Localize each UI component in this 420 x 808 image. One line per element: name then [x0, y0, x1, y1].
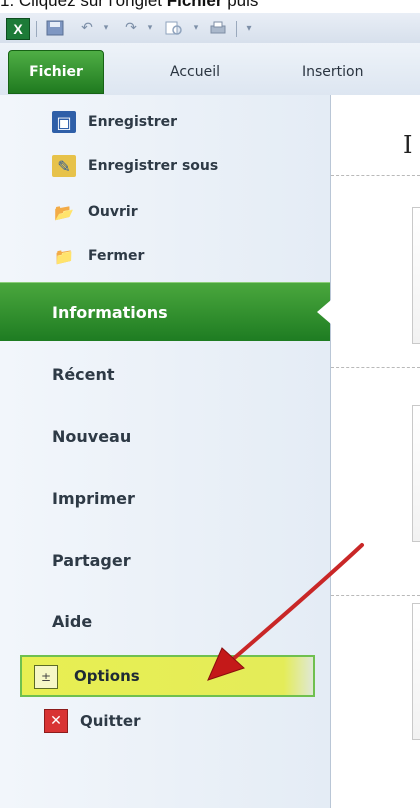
close-folder-icon: 📁 [54, 246, 74, 266]
nav-label: Informations [52, 302, 168, 322]
section-divider [331, 595, 420, 596]
nav-imprimer[interactable]: Imprimer [52, 481, 135, 515]
tab-fichier[interactable]: Fichier [8, 50, 104, 94]
save-as-icon: ✎ [52, 155, 76, 177]
section-divider [331, 367, 420, 368]
customize-icon[interactable]: ▾ [242, 18, 256, 38]
options-label: Options [74, 667, 140, 685]
preview-dropdown-icon[interactable]: ▾ [190, 18, 202, 38]
command-label: Enregistrer sous [88, 158, 219, 174]
nav-partager[interactable]: Partager [52, 543, 131, 577]
quit-icon: ✕ [44, 709, 68, 733]
caption-text: 1. Cliquez sur l'onglet [0, 0, 167, 10]
undo-icon[interactable]: ↶ [76, 18, 98, 38]
redo-icon[interactable]: ↷ [120, 18, 142, 38]
redo-dropdown-icon[interactable]: ▾ [144, 18, 156, 38]
command-label: Fermer [88, 248, 145, 264]
page-title: I [403, 131, 413, 159]
close-command[interactable]: 📁 Fermer [52, 241, 144, 271]
save-icon[interactable] [44, 18, 66, 38]
save-command[interactable]: ▣ Enregistrer [52, 107, 177, 137]
open-folder-icon: 📂 [54, 202, 74, 222]
quit-button[interactable]: ✕ Quitter [44, 706, 140, 736]
nav-recent[interactable]: Récent [52, 357, 115, 391]
ribbon-tabs: Fichier Accueil Insertion [0, 43, 420, 96]
quick-print-icon[interactable] [206, 18, 230, 38]
toolbar-separator-2 [236, 21, 237, 37]
save-as-command[interactable]: ✎ Enregistrer sous [52, 151, 218, 181]
caption-suffix: puis [222, 0, 259, 10]
info-panel-2[interactable] [412, 405, 420, 542]
open-command[interactable]: 📂 Ouvrir [52, 197, 138, 227]
nav-aide[interactable]: Aide [52, 604, 92, 638]
options-button[interactable]: ± Options [20, 655, 315, 697]
caption-bold-text: Fichier [166, 0, 223, 10]
command-label: Enregistrer [88, 114, 178, 130]
quit-label: Quitter [80, 712, 141, 730]
nav-informations[interactable]: Informations [0, 282, 331, 341]
info-panel-1[interactable] [412, 207, 420, 344]
quick-access-toolbar: X ↶ ▾ ↷ ▾ ▾ ▾ [0, 13, 420, 43]
instruction-caption: 1. Cliquez sur l'onglet Fichier puis [0, 0, 420, 13]
section-divider [331, 175, 420, 176]
backstage-nav: ▣ Enregistrer ✎ Enregistrer sous 📂 Ouvri… [0, 95, 331, 808]
info-content-pane: I [331, 95, 420, 808]
toolbar-separator [36, 21, 37, 37]
active-indicator [317, 300, 331, 324]
nav-nouveau[interactable]: Nouveau [52, 419, 131, 453]
tab-insertion[interactable]: Insertion [302, 57, 363, 87]
tab-accueil[interactable]: Accueil [170, 57, 220, 87]
save-icon: ▣ [52, 111, 76, 133]
options-icon: ± [34, 665, 58, 689]
command-label: Ouvrir [88, 204, 138, 220]
info-panel-3[interactable] [412, 603, 420, 740]
print-preview-icon[interactable] [162, 18, 186, 38]
undo-dropdown-icon[interactable]: ▾ [100, 18, 112, 38]
excel-logo-icon[interactable]: X [6, 18, 30, 40]
